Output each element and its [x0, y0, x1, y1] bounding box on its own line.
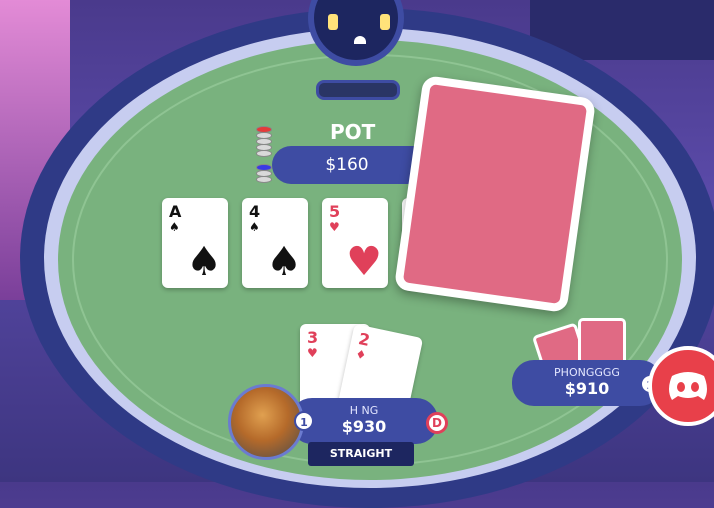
pot-label: POT: [330, 120, 376, 144]
dealer-button: D: [426, 412, 448, 434]
community-card-1: A ♠ ♠: [162, 198, 228, 288]
discord-icon[interactable]: [648, 346, 714, 426]
card-rank: A: [169, 202, 182, 221]
hero-avatar[interactable]: [228, 384, 304, 460]
card-suit-large: ♠: [186, 239, 222, 285]
card-rank: 3: [307, 328, 319, 347]
card-suit-small: ♦: [354, 346, 368, 363]
card-suit-small: ♠: [169, 220, 180, 234]
community-card-2: 4 ♠ ♠: [242, 198, 308, 288]
card-suit-small: ♥: [307, 346, 318, 360]
hand-rank-label: STRAIGHT: [308, 442, 414, 466]
community-card-3: 5 ♥ ♥: [322, 198, 388, 288]
card-rank: 4: [249, 202, 261, 221]
card-rank: 5: [329, 202, 341, 221]
card-suit-large: ♠: [266, 239, 302, 285]
card-back-animation: [393, 74, 597, 314]
card-suit-large: ♥: [346, 239, 382, 285]
opponent-name: PHONGGGG: [554, 366, 620, 379]
card-suit-small: ♠: [249, 220, 260, 234]
hero-seat-badge: 1: [294, 411, 314, 431]
card-slot: [316, 80, 400, 100]
pot-amount: $160: [325, 155, 369, 175]
card-suit-small: ♥: [329, 220, 340, 234]
